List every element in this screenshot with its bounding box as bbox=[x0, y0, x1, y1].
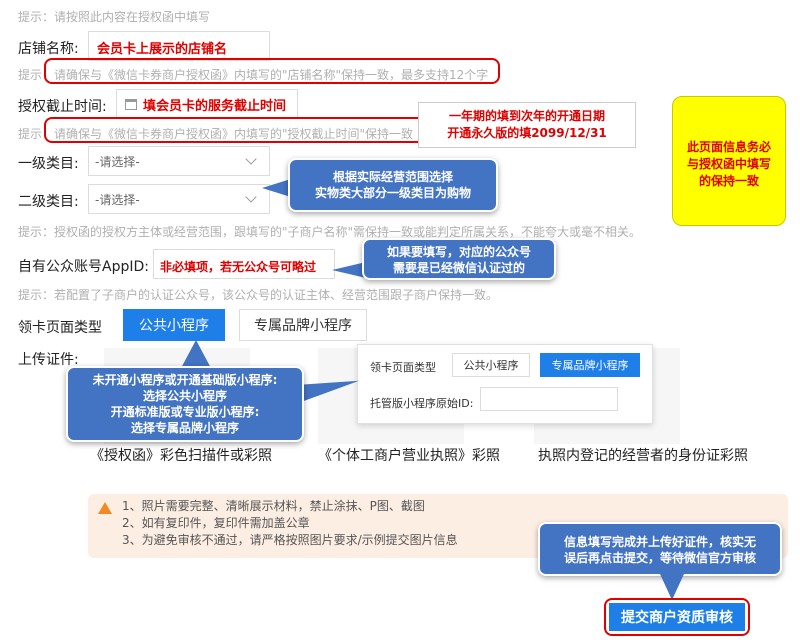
popup-tab-public[interactable]: 公共小程序 bbox=[452, 353, 530, 377]
miniprogram-callout-line4: 选择专属品牌小程序 bbox=[130, 421, 239, 435]
category1-label: 一级类目: bbox=[18, 156, 79, 172]
card-page-popup: 领卡页面类型 公共小程序 专属品牌小程序 托管版小程序原始ID: bbox=[357, 344, 653, 424]
submit-callout-line2: 误后再点击提交，等待微信官方审核 bbox=[563, 551, 756, 565]
yellow-note-line3: 的保持一致 bbox=[698, 174, 759, 188]
doc-caption-id-card: 执照内登记的经营者的身份证彩照 bbox=[538, 448, 748, 464]
popup-original-id-label: 托管版小程序原始ID: bbox=[370, 397, 474, 410]
appid-callout-line2: 需要是已经微信认证过的 bbox=[392, 261, 525, 275]
miniprogram-callout-line2: 选择公共小程序 bbox=[142, 389, 227, 403]
miniprogram-callout: 未开通小程序或开通基础版小程序: 选择公共小程序 开通标准版或专业版小程序: 选… bbox=[66, 366, 304, 442]
category1-select[interactable]: -请选择- bbox=[88, 146, 270, 176]
deadline-input[interactable]: 填会员卡的服务截止时间 bbox=[116, 89, 298, 119]
miniprogram-callout-line1: 未开通小程序或开通基础版小程序: bbox=[92, 373, 278, 387]
appid-callout: 如果要填写，对应的公众号 需要是已经微信认证过的 bbox=[362, 238, 556, 280]
warning-line1: 1、照片需要完整、清晰展示材料，禁止涂抹、P图、截图 bbox=[122, 499, 425, 513]
category-callout-line2: 实物类大部分一级类目为购物 bbox=[314, 186, 471, 200]
submit-callout-line1: 信息填写完成并上传好证件，核实无 bbox=[563, 535, 756, 549]
card-page-label: 领卡页面类型 bbox=[18, 320, 102, 336]
doc-caption-business-license: 《个体工商户营业执照》彩照 bbox=[318, 448, 500, 464]
submit-button[interactable]: 提交商户资质审核 bbox=[609, 603, 745, 631]
tab-brand-miniprogram[interactable]: 专属品牌小程序 bbox=[239, 309, 367, 341]
deadline-hint: 请确保与《微信卡券商户授权函》内填写的"授权截止时间"保持一致 bbox=[54, 127, 414, 141]
popup-label: 领卡页面类型 bbox=[370, 361, 436, 374]
yellow-note: 此页面信息务必 与授权函中填写 的保持一致 bbox=[672, 96, 786, 226]
store-name-input[interactable]: 会员卡上展示的店铺名 bbox=[88, 31, 270, 61]
warning-line2: 2、如有复印件，复印件需加盖公章 bbox=[122, 516, 310, 530]
store-name-annotation: 会员卡上展示的店铺名 bbox=[97, 42, 228, 57]
submit-button-outline: 提交商户资质审核 bbox=[604, 598, 750, 636]
category2-select[interactable]: -请选择- bbox=[88, 184, 270, 214]
store-name-label: 店铺名称: bbox=[18, 41, 79, 57]
category-callout-line1: 根据实际经营范围选择 bbox=[332, 170, 453, 184]
category2-placeholder: -请选择- bbox=[95, 192, 140, 207]
tab-public-miniprogram[interactable]: 公共小程序 bbox=[123, 309, 225, 341]
deadline-note-line2: 开通永久版的填2099/12/31 bbox=[447, 126, 607, 140]
category-callout: 根据实际经营范围选择 实物类大部分一级类目为购物 bbox=[288, 158, 498, 212]
calendar-icon bbox=[125, 98, 137, 110]
appid-label: 自有公众账号AppID: bbox=[18, 259, 149, 275]
yellow-note-line2: 与授权函中填写 bbox=[686, 157, 771, 171]
appid-callout-line1: 如果要填写，对应的公众号 bbox=[386, 245, 531, 259]
deadline-annotation: 填会员卡的服务截止时间 bbox=[143, 98, 287, 114]
chevron-down-icon bbox=[245, 191, 257, 203]
deadline-note: 一年期的填到次年的开通日期 开通永久版的填2099/12/31 bbox=[418, 102, 636, 148]
appid-annotation: 非必填项，若无公众号可略过 bbox=[160, 260, 317, 274]
warning-line3: 3、为避免审核不通过，请严格按照图片要求/示例提交图片信息 bbox=[122, 533, 458, 547]
miniprogram-callout-line3: 开通标准版或专业版小程序: bbox=[110, 405, 260, 419]
submit-callout: 信息填写完成并上传好证件，核实无 误后再点击提交，等待微信官方审核 bbox=[538, 522, 782, 576]
appid-hint: 提示：若配置了子商户的认证公众号，该公众号的认证主体、经营范围跟子商户保持一致。 bbox=[18, 288, 499, 302]
appid-input[interactable]: 非必填项，若无公众号可略过 bbox=[153, 249, 335, 279]
appid-callout-tail bbox=[332, 262, 366, 278]
top-hint: 提示：请按照此内容在授权函中填写 bbox=[18, 10, 211, 24]
category2-label: 二级类目: bbox=[18, 194, 79, 210]
yellow-note-line1: 此页面信息务必 bbox=[686, 140, 771, 154]
popup-tab-brand[interactable]: 专属品牌小程序 bbox=[540, 353, 640, 377]
warning-icon bbox=[98, 502, 112, 514]
deadline-label: 授权截止时间: bbox=[18, 99, 107, 115]
chevron-down-icon bbox=[245, 153, 257, 165]
store-name-hint: 请确保与《微信卡券商户授权函》内填写的"店铺名称"保持一致，最多支持12个字 bbox=[54, 68, 489, 82]
popup-original-id-input[interactable] bbox=[480, 387, 618, 411]
category1-placeholder: -请选择- bbox=[95, 154, 140, 169]
doc-caption-auth-letter: 《授权函》彩色扫描件或彩照 bbox=[90, 448, 272, 464]
deadline-note-line1: 一年期的填到次年的开通日期 bbox=[448, 109, 605, 123]
submit-callout-tail bbox=[660, 574, 684, 600]
